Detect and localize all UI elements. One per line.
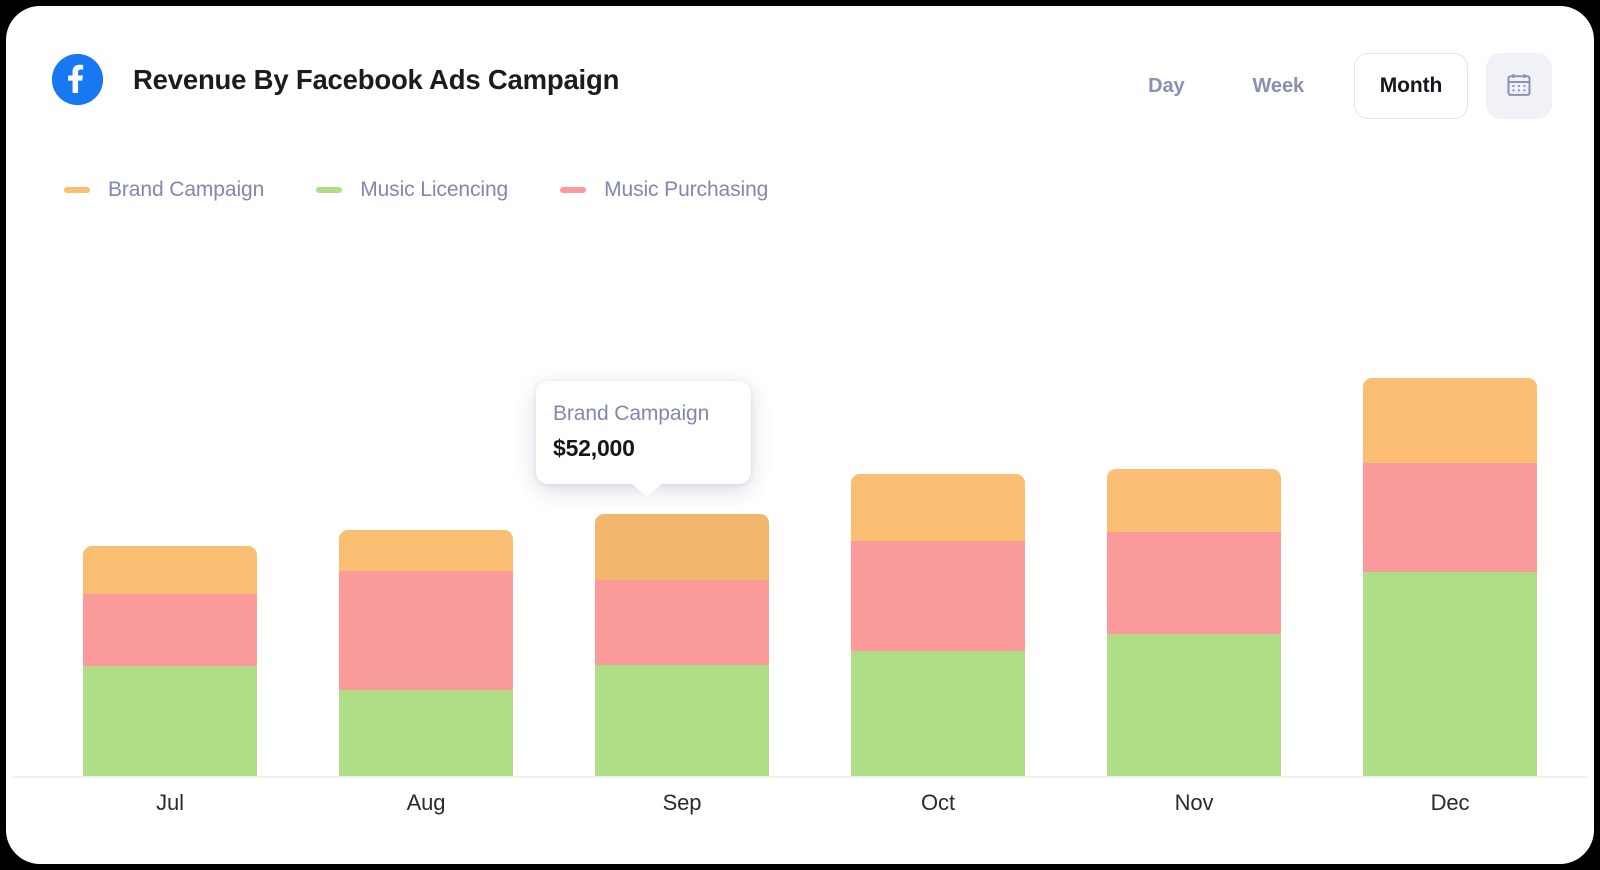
x-axis-label: Oct bbox=[921, 790, 955, 815]
range-controls: Day Week Month bbox=[1148, 50, 1552, 122]
bar-segment[interactable] bbox=[595, 580, 769, 665]
tooltip-series-label: Brand Campaign bbox=[553, 402, 710, 425]
chart-card: Revenue By Facebook Ads Campaign Day Wee… bbox=[6, 6, 1594, 864]
x-axis-label: Jul bbox=[156, 790, 184, 815]
bar-segment[interactable] bbox=[339, 690, 513, 776]
bar-segment[interactable] bbox=[1107, 532, 1281, 634]
bar-segment[interactable] bbox=[851, 651, 1025, 776]
legend-item[interactable]: Brand Campaign bbox=[64, 178, 264, 202]
bar-column[interactable] bbox=[595, 514, 769, 776]
bar-segment[interactable] bbox=[339, 530, 513, 571]
bar-column[interactable] bbox=[83, 546, 257, 776]
legend-item[interactable]: Music Purchasing bbox=[560, 178, 768, 202]
bar-segment[interactable] bbox=[1107, 469, 1281, 532]
legend-swatch-icon bbox=[560, 187, 587, 193]
axis-baseline bbox=[12, 776, 1588, 778]
calendar-button[interactable] bbox=[1486, 53, 1552, 119]
bar-segment[interactable] bbox=[1363, 572, 1537, 776]
page-title: Revenue By Facebook Ads Campaign bbox=[133, 63, 620, 95]
bar-column[interactable] bbox=[1107, 469, 1281, 776]
x-axis-label: Nov bbox=[1174, 790, 1214, 815]
bar-segment[interactable] bbox=[851, 541, 1025, 651]
chart-area: Jul Aug Sep Oct Nov Dec bbox=[6, 236, 1594, 864]
bar-column[interactable] bbox=[1363, 378, 1537, 776]
bar-column[interactable] bbox=[339, 530, 513, 776]
bar-segment[interactable] bbox=[339, 571, 513, 690]
bar-segment[interactable] bbox=[595, 514, 769, 580]
bar-segment[interactable] bbox=[1363, 378, 1537, 463]
range-button-month[interactable]: Month bbox=[1354, 53, 1468, 119]
bar-segment[interactable] bbox=[83, 546, 257, 594]
facebook-logo-icon bbox=[52, 54, 103, 105]
chart-legend: Brand Campaign Music Licencing Music Purch… bbox=[64, 178, 768, 202]
legend-label: Music Licencing bbox=[360, 178, 509, 201]
bar-segment[interactable] bbox=[595, 665, 769, 776]
x-axis-label: Dec bbox=[1430, 790, 1470, 815]
legend-label: Music Purchasing bbox=[604, 178, 769, 201]
chart-plot bbox=[6, 236, 1594, 776]
bar-segment[interactable] bbox=[1107, 634, 1281, 776]
x-axis-label: Sep bbox=[662, 790, 702, 815]
legend-swatch-icon bbox=[316, 187, 343, 193]
legend-swatch-icon bbox=[64, 187, 90, 193]
legend-item[interactable]: Music Licencing bbox=[316, 178, 508, 202]
brand-block: Revenue By Facebook Ads Campaign bbox=[52, 54, 619, 105]
calendar-icon bbox=[1505, 71, 1533, 102]
range-button-week[interactable]: Week bbox=[1253, 75, 1305, 98]
card-header: Revenue By Facebook Ads Campaign Day Wee… bbox=[6, 6, 1594, 136]
bar-segment[interactable] bbox=[1363, 463, 1537, 572]
bar-column[interactable] bbox=[851, 474, 1025, 776]
bar-segment[interactable] bbox=[83, 594, 257, 666]
x-axis-label: Aug bbox=[406, 790, 446, 815]
chart-tooltip: Brand Campaign $52,000 bbox=[536, 381, 751, 497]
bar-segment[interactable] bbox=[851, 474, 1025, 541]
tooltip-value: $52,000 bbox=[553, 435, 635, 462]
bar-segment[interactable] bbox=[83, 666, 257, 776]
legend-label: Brand Campaign bbox=[108, 178, 265, 201]
range-button-day[interactable]: Day bbox=[1148, 75, 1184, 98]
